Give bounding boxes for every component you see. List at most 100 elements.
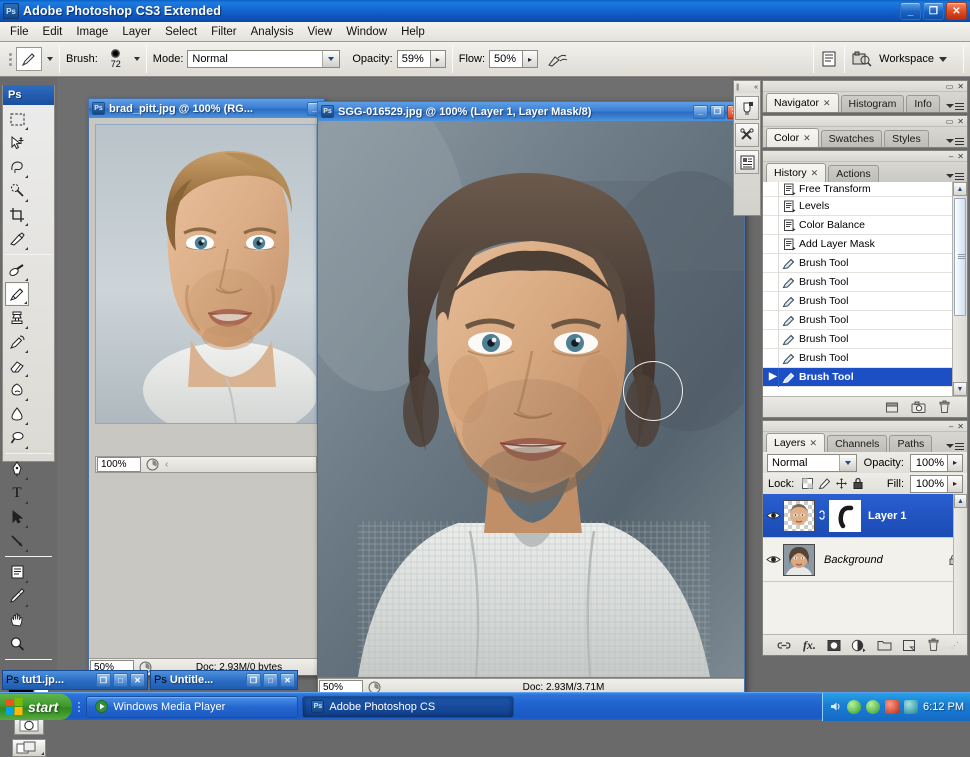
- zoom-tool[interactable]: [5, 632, 29, 656]
- workspace-menu[interactable]: Workspace: [879, 53, 947, 65]
- layer-mask-thumbnail[interactable]: [829, 499, 861, 532]
- history-item[interactable]: Levels: [763, 196, 967, 216]
- line-shape-tool[interactable]: [5, 529, 29, 553]
- menu-item-window[interactable]: Window: [339, 24, 394, 40]
- history-source-box[interactable]: [763, 291, 779, 311]
- history-item[interactable]: Free Transform: [763, 182, 967, 197]
- layer-comps-icon[interactable]: [735, 150, 759, 174]
- close-button[interactable]: ✕: [130, 673, 145, 687]
- notes-tool[interactable]: [5, 560, 29, 584]
- scroll-up-icon[interactable]: ▲: [954, 494, 967, 508]
- lock-transparent-pixels-icon[interactable]: [801, 477, 814, 490]
- palette-menu-button[interactable]: [946, 442, 964, 450]
- collapse-icon[interactable]: ▭: [946, 117, 954, 126]
- palette-title-bar[interactable]: ▭ ✕: [763, 116, 967, 127]
- start-button[interactable]: start: [0, 693, 73, 720]
- crop-tool[interactable]: [5, 203, 29, 227]
- layer-list[interactable]: Layer 1 Background ▲: [763, 494, 967, 634]
- history-item[interactable]: Brush Tool: [763, 348, 967, 368]
- close-icon[interactable]: ✕: [957, 82, 964, 91]
- document-title-bar[interactable]: Ps brad_pitt.jpg @ 100% (RG... _: [89, 99, 324, 118]
- new-snapshot-icon[interactable]: [911, 401, 926, 414]
- menu-item-edit[interactable]: Edit: [36, 24, 70, 40]
- menu-item-analysis[interactable]: Analysis: [244, 24, 301, 40]
- history-source-box[interactable]: [763, 215, 779, 235]
- taskbar-grip[interactable]: [75, 696, 82, 718]
- brushes-icon[interactable]: [735, 96, 759, 120]
- tab-styles[interactable]: Styles: [884, 130, 929, 147]
- restore-button[interactable]: ❐: [246, 673, 261, 687]
- path-selection-tool[interactable]: [5, 505, 29, 529]
- lasso-tool[interactable]: [5, 155, 29, 179]
- history-source-box[interactable]: [763, 253, 779, 273]
- menu-item-image[interactable]: Image: [69, 24, 115, 40]
- magic-wand-tool[interactable]: [5, 179, 29, 203]
- close-icon[interactable]: ✕: [957, 422, 964, 431]
- layer-blend-mode-select[interactable]: Normal: [767, 453, 857, 472]
- close-icon[interactable]: ✕: [823, 98, 831, 109]
- history-source-box[interactable]: [763, 310, 779, 330]
- tab-layers[interactable]: Layers ✕: [766, 433, 826, 452]
- lock-position-icon[interactable]: [835, 477, 848, 490]
- taskbar-button-photoshop[interactable]: Ps Adobe Photoshop CS: [302, 695, 515, 718]
- tab-color[interactable]: Color ✕: [766, 128, 819, 147]
- airbrush-icon[interactable]: [546, 49, 568, 69]
- layer-row-background[interactable]: Background: [763, 538, 967, 582]
- opacity-control[interactable]: 59% ▸: [396, 50, 446, 68]
- dodge-tool[interactable]: [5, 426, 29, 450]
- tab-info[interactable]: Info: [906, 95, 940, 112]
- document-window-brad-pitt[interactable]: Ps brad_pitt.jpg @ 100% (RG... _ 100% ‹ …: [88, 98, 325, 676]
- tool-presets-icon[interactable]: [735, 123, 759, 147]
- restore-button[interactable]: ❐: [923, 2, 944, 20]
- go-to-bridge-icon[interactable]: [851, 50, 873, 68]
- palette-resize-grip[interactable]: ⋰: [951, 641, 959, 650]
- tab-navigator[interactable]: Navigator ✕: [766, 93, 839, 112]
- tab-paths[interactable]: Paths: [889, 435, 933, 452]
- dock-grip[interactable]: ||| «: [734, 81, 760, 93]
- eraser-tool[interactable]: [5, 354, 29, 378]
- history-source-box[interactable]: [763, 234, 779, 254]
- blur-tool[interactable]: [5, 402, 29, 426]
- layer-row-layer1[interactable]: Layer 1: [763, 494, 967, 538]
- adjustment-layer-icon[interactable]: [851, 639, 866, 652]
- palette-title-bar[interactable]: – ✕: [763, 151, 967, 162]
- move-tool[interactable]: [5, 131, 29, 155]
- layer-visibility-icon[interactable]: [763, 510, 783, 521]
- palette-menu-button[interactable]: [946, 137, 964, 145]
- history-source-box[interactable]: [763, 348, 779, 368]
- layer-mask-icon[interactable]: [827, 639, 841, 652]
- palette-title-bar[interactable]: – ✕: [763, 421, 967, 432]
- scroll-down-icon[interactable]: ▼: [953, 382, 967, 396]
- document-body[interactable]: 100% ‹ 50% Doc: 2.93M/0 bytes: [89, 118, 324, 675]
- layer-name[interactable]: Background: [824, 554, 883, 566]
- brush-tool-icon[interactable]: [16, 47, 42, 71]
- app-red-icon[interactable]: [885, 699, 900, 714]
- document-minimize-button[interactable]: _: [693, 104, 708, 119]
- minimize-icon[interactable]: –: [949, 152, 953, 161]
- history-state-list[interactable]: Free Transform Levels Color Balance Add …: [763, 182, 967, 396]
- history-item[interactable]: Add Layer Mask: [763, 234, 967, 254]
- layer-thumbnail[interactable]: [783, 543, 815, 576]
- layer-opacity-value[interactable]: 100%: [910, 453, 948, 472]
- opacity-slider-arrow-icon[interactable]: ▸: [430, 50, 446, 68]
- history-brush-tool[interactable]: [5, 330, 29, 354]
- layer-visibility-icon[interactable]: [763, 554, 783, 565]
- menu-item-layer[interactable]: Layer: [115, 24, 158, 40]
- menu-item-view[interactable]: View: [300, 24, 339, 40]
- menu-item-file[interactable]: File: [3, 24, 36, 40]
- history-item[interactable]: Brush Tool: [763, 291, 967, 311]
- new-document-from-state-icon[interactable]: [885, 401, 899, 414]
- layer-opacity-control[interactable]: 100% ▸: [910, 453, 963, 472]
- hand-tool[interactable]: [5, 608, 29, 632]
- healing-brush-tool[interactable]: [5, 258, 29, 282]
- pen-tool[interactable]: [5, 457, 29, 481]
- fill-slider-arrow-icon[interactable]: ▸: [948, 474, 963, 493]
- minimized-window-tut1[interactable]: Ps tut1.jp... ❐ □ ✕: [2, 670, 148, 690]
- inner-status-proxy-icon[interactable]: [143, 457, 161, 472]
- history-source-box[interactable]: [763, 182, 779, 197]
- close-icon[interactable]: ✕: [810, 438, 818, 449]
- brush-preview[interactable]: 72: [102, 49, 130, 69]
- layer-mask-link-icon[interactable]: [818, 509, 827, 522]
- menu-item-select[interactable]: Select: [158, 24, 204, 40]
- screen-mode-icon[interactable]: [11, 739, 46, 757]
